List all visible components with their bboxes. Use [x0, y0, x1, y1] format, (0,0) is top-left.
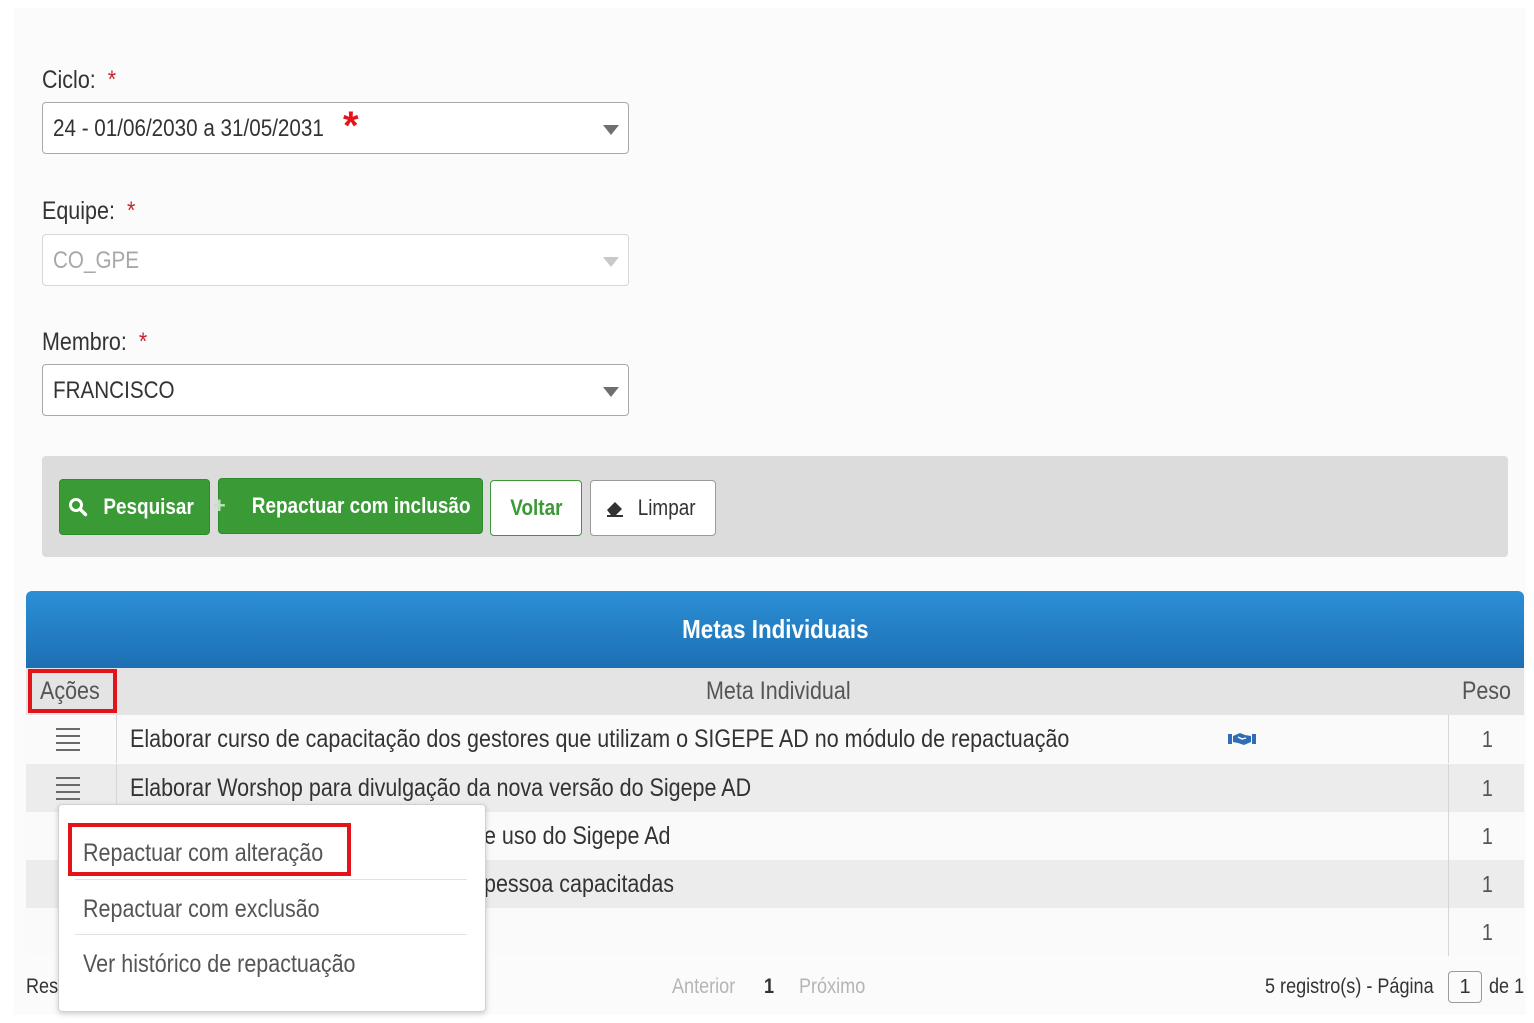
ciclo-select[interactable]: 24 - 01/06/2030 a 31/05/2031 [42, 102, 629, 154]
column-header-meta: Meta Individual [706, 677, 851, 705]
peso-cell: 1 [1448, 764, 1525, 812]
required-star-annotation: * [343, 104, 359, 148]
menu-divider [75, 934, 467, 935]
search-icon [68, 498, 88, 517]
pesquisar-button[interactable]: Pesquisar [59, 479, 210, 535]
voltar-button[interactable]: Voltar [490, 480, 582, 536]
pagination-previous[interactable]: Anterior [672, 975, 746, 999]
plus-icon: + [212, 493, 226, 518]
equipe-label: Equipe: * [42, 197, 136, 225]
chevron-down-icon [603, 257, 619, 267]
peso-cell: 1 [1448, 715, 1525, 763]
eraser-icon [607, 502, 624, 517]
alteracao-highlight-box [68, 823, 351, 876]
equipe-select: CO_GPE [42, 234, 629, 286]
page-number-input[interactable]: 1 [1448, 971, 1482, 1003]
acoes-highlight-box [28, 669, 117, 713]
table-header-row: Ações Meta Individual Peso [26, 668, 1524, 715]
menu-icon[interactable] [56, 777, 80, 805]
table-row: Elaborar curso de capacitação dos gestor… [26, 715, 1524, 763]
membro-value: FRANCISCO [53, 377, 175, 404]
menu-icon[interactable] [56, 728, 80, 756]
meta-cell: Elaborar curso de capacitação dos gestor… [130, 715, 1257, 763]
ciclo-value: 24 - 01/06/2030 a 31/05/2031 [53, 115, 324, 142]
menu-item-historico[interactable]: Ver histórico de repactuação [83, 950, 400, 979]
pagination-next[interactable]: Próximo [799, 975, 876, 999]
page-total: de 1 [1489, 975, 1525, 998]
pagination-page[interactable]: 1 [764, 975, 776, 999]
column-header-peso: Peso [1462, 677, 1512, 705]
equipe-value: CO_GPE [53, 247, 140, 274]
meta-cell: e uso do Sigepe Ad [484, 821, 671, 850]
handshake-icon [1228, 733, 1257, 745]
action-toolbar: Pesquisar + Repactuar com inclusão Volta… [42, 456, 1508, 557]
records-count: 5 registro(s) - Página [1265, 975, 1434, 998]
menu-item-repactuar-exclusao[interactable]: Repactuar com exclusão [83, 895, 358, 924]
peso-cell: 1 [1448, 812, 1525, 860]
peso-cell: 1 [1448, 860, 1525, 908]
limpar-button[interactable]: Limpar [590, 480, 716, 536]
chevron-down-icon [603, 387, 619, 397]
membro-select[interactable]: FRANCISCO [42, 364, 629, 416]
repactuar-inclusao-button[interactable]: + Repactuar com inclusão [213, 478, 483, 534]
chevron-down-icon [603, 125, 619, 135]
membro-label: Membro: * [42, 328, 148, 356]
metas-individuais-header: Metas Individuais [26, 591, 1524, 668]
row-actions-cell [26, 715, 117, 763]
peso-cell: 1 [1448, 908, 1525, 956]
menu-divider [75, 879, 467, 880]
ciclo-label: Ciclo: * [42, 66, 117, 94]
meta-cell: pessoa capacitadas [484, 869, 675, 898]
